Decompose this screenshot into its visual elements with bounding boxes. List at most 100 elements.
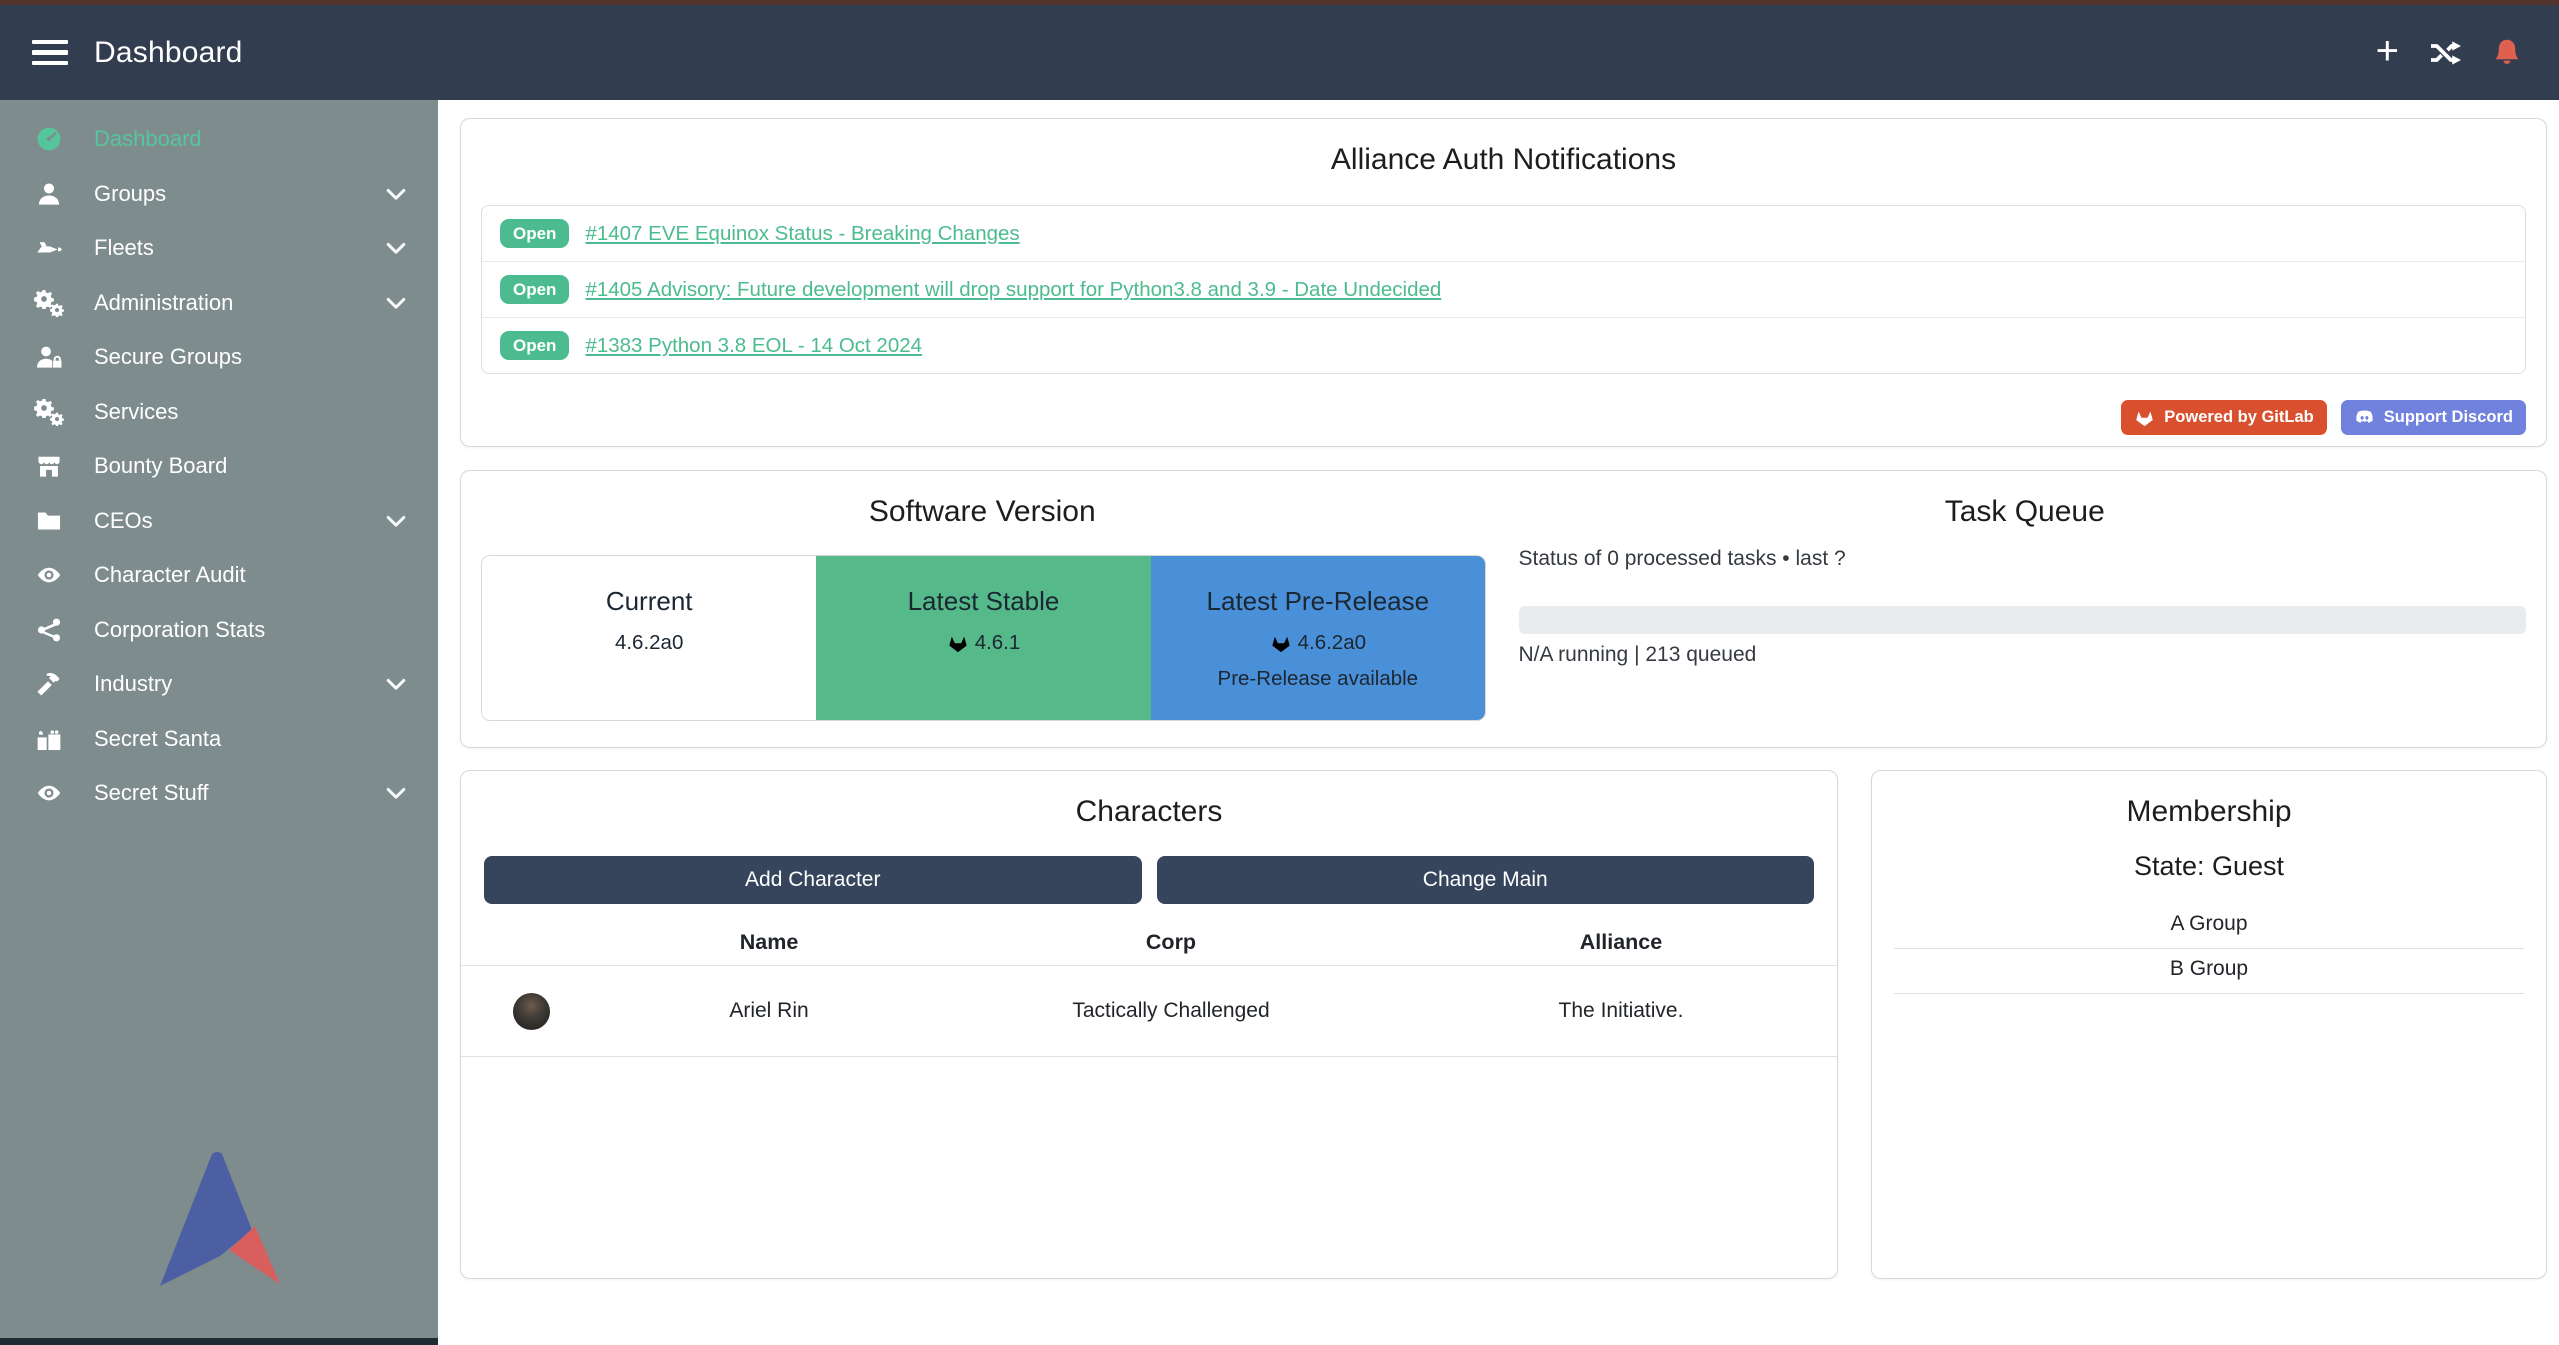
sidebar-item-character-audit[interactable]: Character Audit xyxy=(0,548,438,603)
gitlab-icon xyxy=(1270,632,1292,654)
characters-title: Characters xyxy=(461,795,1837,829)
software-taskqueue-card: Software Version Current 4.6.2a0 Latest … xyxy=(460,470,2547,748)
list-item: Open #1407 EVE Equinox Status - Breaking… xyxy=(482,206,2525,261)
task-queue-section: Task Queue Status of 0 processed tasks •… xyxy=(1504,471,2547,747)
chevron-down-icon xyxy=(384,509,408,533)
software-version-title: Software Version xyxy=(461,495,1504,529)
membership-title: Membership xyxy=(1872,795,2546,829)
chevron-down-icon xyxy=(384,236,408,260)
page-title: Dashboard xyxy=(94,36,243,70)
eye-icon xyxy=(30,562,68,588)
character-avatar xyxy=(513,993,550,1030)
list-item: Open #1383 Python 3.8 EOL - 14 Oct 2024 xyxy=(482,317,2525,373)
stable-version: 4.6.1 xyxy=(975,631,1021,655)
bell-icon[interactable] xyxy=(2491,37,2523,69)
header-alliance: Alliance xyxy=(1405,930,1837,955)
version-box: Current 4.6.2a0 Latest Stable 4.6.1 Late… xyxy=(481,555,1486,721)
navbar-actions: + xyxy=(2376,37,2523,69)
version-prerelease-cell: Latest Pre-Release 4.6.2a0 Pre-Release a… xyxy=(1151,556,1485,720)
header-corp: Corp xyxy=(937,930,1405,955)
notification-link[interactable]: #1407 EVE Equinox Status - Breaking Chan… xyxy=(585,222,1019,246)
list-item: Open #1405 Advisory: Future development … xyxy=(482,261,2525,317)
task-queue-counts: N/A running | 213 queued xyxy=(1519,643,1757,667)
sidebar: Dashboard Groups Fleets Administration S… xyxy=(0,100,438,1345)
share-icon xyxy=(30,617,68,643)
gauge-icon xyxy=(30,126,68,152)
user-lock-icon xyxy=(30,344,68,370)
status-badge: Open xyxy=(500,219,569,248)
powered-by-gitlab-badge[interactable]: Powered by GitLab xyxy=(2121,400,2326,435)
header-name: Name xyxy=(601,930,937,955)
current-version: 4.6.2a0 xyxy=(615,631,683,655)
footer-badges: Powered by GitLab Support Discord xyxy=(2121,400,2526,435)
alliance-auth-logo xyxy=(160,1152,283,1286)
notification-link[interactable]: #1383 Python 3.8 EOL - 14 Oct 2024 xyxy=(585,334,922,358)
gitlab-icon xyxy=(2134,407,2155,428)
character-corp: Tactically Challenged xyxy=(937,999,1405,1023)
chevron-down-icon xyxy=(384,182,408,206)
task-queue-title: Task Queue xyxy=(1504,495,2547,529)
notifications-title: Alliance Auth Notifications xyxy=(461,143,2546,177)
gitlab-icon xyxy=(947,632,969,654)
prerelease-note: Pre-Release available xyxy=(1218,667,1419,691)
sidebar-bottom-strip xyxy=(0,1338,438,1345)
version-current-cell: Current 4.6.2a0 xyxy=(482,556,816,720)
alliance-auth-dashboard: Dashboard + Dashboard Groups Fleets xyxy=(0,0,2559,1345)
notifications-list: Open #1407 EVE Equinox Status - Breaking… xyxy=(481,205,2526,374)
main-content: Alliance Auth Notifications Open #1407 E… xyxy=(438,100,2559,1345)
sidebar-item-secure-groups[interactable]: Secure Groups xyxy=(0,330,438,385)
top-navbar: Dashboard + xyxy=(0,5,2559,100)
sidebar-item-secret-stuff[interactable]: Secret Stuff xyxy=(0,766,438,821)
sidebar-item-services[interactable]: Services xyxy=(0,385,438,440)
sidebar-item-groups[interactable]: Groups xyxy=(0,167,438,222)
list-item: B Group xyxy=(1894,949,2524,994)
gifts-icon xyxy=(30,726,68,752)
membership-card: Membership State: Guest A Group B Group xyxy=(1871,770,2547,1279)
storefront-icon xyxy=(30,453,68,479)
cogs-icon xyxy=(30,399,68,425)
list-item: A Group xyxy=(1894,904,2524,949)
shuttle-icon xyxy=(30,235,68,261)
sidebar-item-fleets[interactable]: Fleets xyxy=(0,221,438,276)
sidebar-item-administration[interactable]: Administration xyxy=(0,276,438,331)
chevron-down-icon xyxy=(384,672,408,696)
sidebar-item-secret-santa[interactable]: Secret Santa xyxy=(0,712,438,767)
character-alliance: The Initiative. xyxy=(1405,999,1837,1023)
hamburger-menu-icon[interactable] xyxy=(32,34,68,72)
characters-buttons: Add Character Change Main xyxy=(484,856,1814,904)
chevron-down-icon xyxy=(384,291,408,315)
user-icon xyxy=(30,181,68,207)
character-name: Ariel Rin xyxy=(601,999,937,1023)
chevron-down-icon xyxy=(384,781,408,805)
discord-icon xyxy=(2354,407,2375,428)
notification-link[interactable]: #1405 Advisory: Future development will … xyxy=(585,278,1441,302)
sidebar-nav: Dashboard Groups Fleets Administration S… xyxy=(0,100,438,821)
sidebar-item-bounty-board[interactable]: Bounty Board xyxy=(0,439,438,494)
table-header: Name Corp Alliance xyxy=(461,919,1837,965)
sidebar-item-industry[interactable]: Industry xyxy=(0,657,438,712)
status-badge: Open xyxy=(500,331,569,360)
version-stable-cell: Latest Stable 4.6.1 xyxy=(816,556,1150,720)
sidebar-item-ceos[interactable]: CEOs xyxy=(0,494,438,549)
hammer-icon xyxy=(30,671,68,697)
table-row: Ariel Rin Tactically Challenged The Init… xyxy=(461,965,1837,1057)
status-badge: Open xyxy=(500,275,569,304)
sidebar-item-corporation-stats[interactable]: Corporation Stats xyxy=(0,603,438,658)
cogs-icon xyxy=(30,290,68,316)
membership-state: State: Guest xyxy=(1872,851,2546,882)
characters-card: Characters Add Character Change Main Nam… xyxy=(460,770,1838,1279)
sidebar-item-dashboard[interactable]: Dashboard xyxy=(0,112,438,167)
task-queue-progressbar xyxy=(1519,606,2527,634)
shuffle-icon[interactable] xyxy=(2429,37,2461,69)
task-queue-status: Status of 0 processed tasks • last ? xyxy=(1519,547,1846,571)
support-discord-badge[interactable]: Support Discord xyxy=(2341,400,2526,435)
folder-icon xyxy=(30,508,68,534)
membership-groups: A Group B Group xyxy=(1894,904,2524,994)
prerelease-version: 4.6.2a0 xyxy=(1298,631,1366,655)
eye-icon xyxy=(30,780,68,806)
characters-table: Name Corp Alliance Ariel Rin Tactically … xyxy=(461,919,1837,1057)
change-main-button[interactable]: Change Main xyxy=(1157,856,1815,904)
notifications-card: Alliance Auth Notifications Open #1407 E… xyxy=(460,118,2547,447)
add-character-button[interactable]: Add Character xyxy=(484,856,1142,904)
software-version-section: Software Version Current 4.6.2a0 Latest … xyxy=(461,471,1504,747)
